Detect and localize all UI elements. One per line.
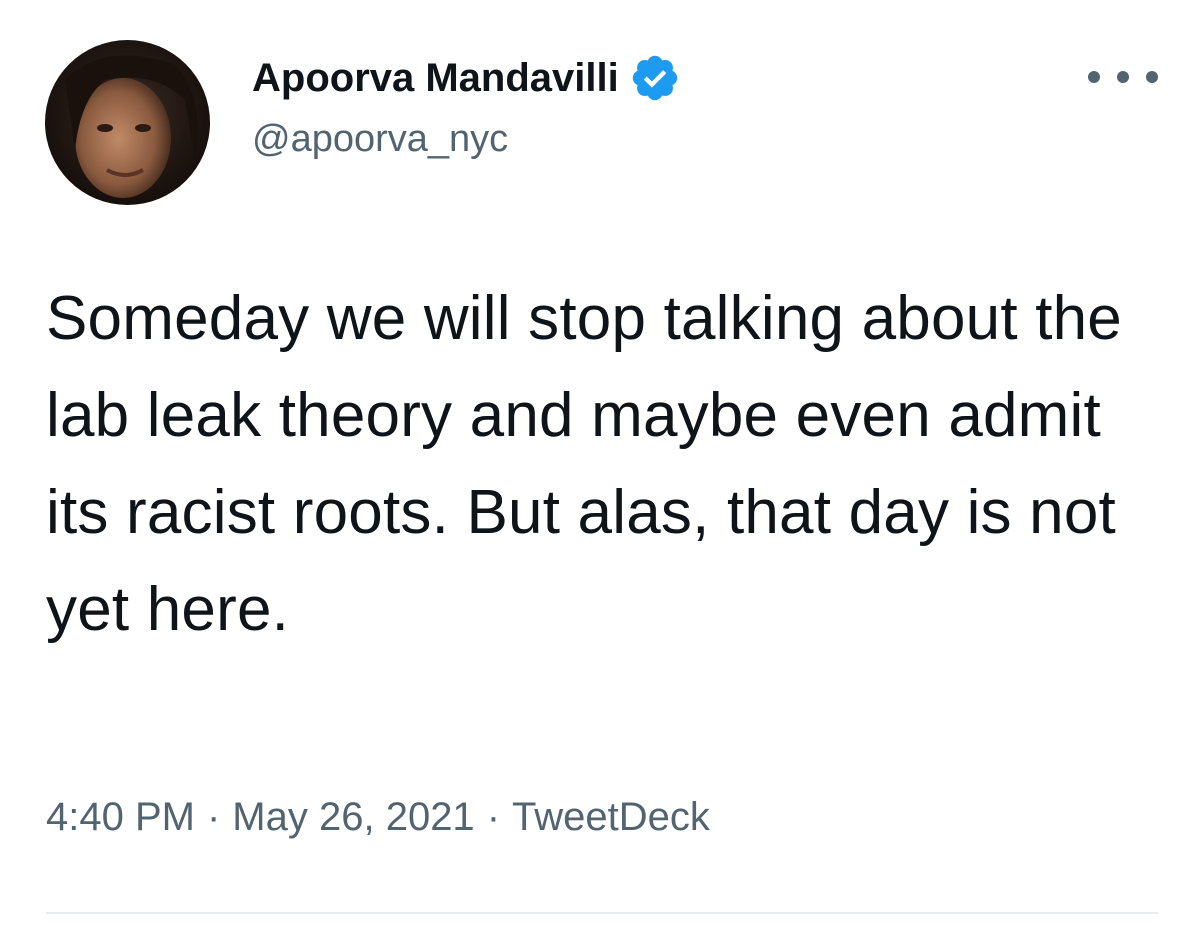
tweet-date[interactable]: May 26, 2021 [232, 795, 474, 839]
tweet-source[interactable]: TweetDeck [512, 795, 710, 839]
name-row: Apoorva Mandavilli [252, 50, 681, 106]
tweet-metadata: 4:40 PM · May 26, 2021 · TweetDeck [46, 795, 710, 840]
verified-badge-icon [629, 52, 681, 104]
meta-separator: · [486, 795, 501, 839]
divider [46, 912, 1158, 914]
avatar-photo [45, 40, 210, 205]
more-options-icon[interactable] [1088, 62, 1158, 92]
author-block: Apoorva Mandavilli @apoorva_nyc [252, 50, 681, 161]
tweet-card: Apoorva Mandavilli @apoorva_nyc Someday … [0, 0, 1200, 950]
more-dot [1088, 71, 1100, 83]
tweet-time[interactable]: 4:40 PM [46, 795, 195, 839]
tweet-text: Someday we will stop talking about the l… [46, 284, 1122, 644]
more-dot [1117, 71, 1129, 83]
author-display-name[interactable]: Apoorva Mandavilli [252, 56, 619, 101]
author-handle[interactable]: @apoorva_nyc [252, 118, 681, 161]
more-dot [1146, 71, 1158, 83]
meta-separator: · [206, 795, 221, 839]
avatar[interactable] [45, 40, 210, 205]
